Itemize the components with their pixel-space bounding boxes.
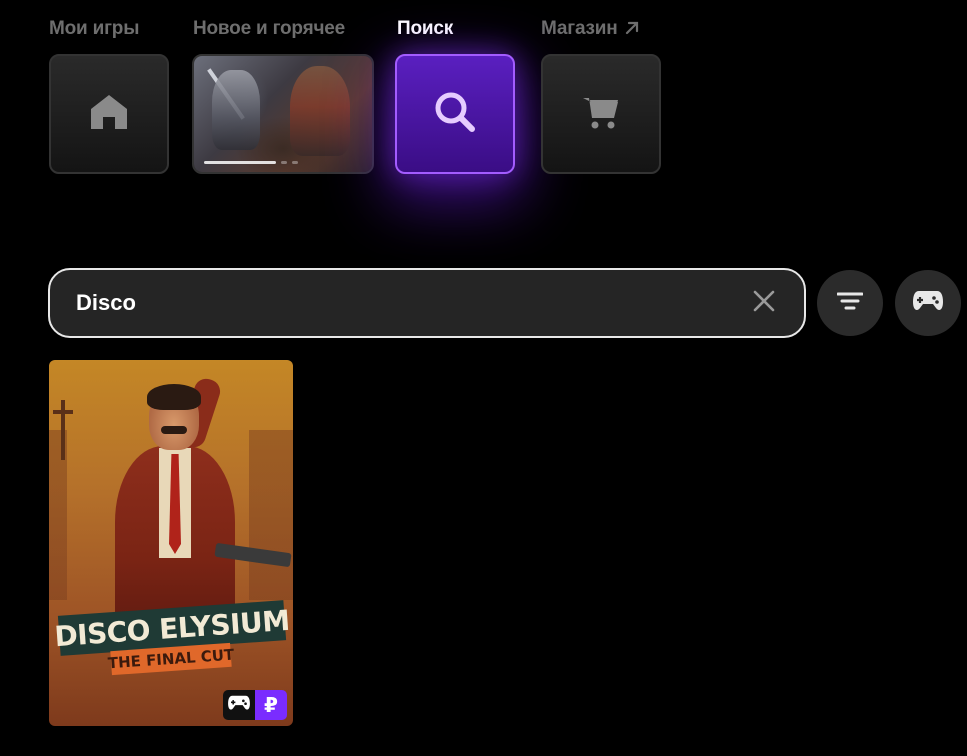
search-box — [48, 268, 806, 338]
carousel-progress — [204, 161, 298, 164]
search-input[interactable] — [76, 290, 748, 316]
clear-search-button[interactable] — [748, 287, 780, 319]
gamepad-icon — [227, 695, 251, 716]
price-badge: ₽ — [255, 690, 287, 720]
featured-game-art — [194, 56, 372, 172]
search-icon — [433, 90, 477, 139]
nav-tile-search[interactable] — [395, 54, 515, 174]
nav-label-store[interactable]: Магазин — [541, 18, 640, 42]
filter-icon — [836, 291, 864, 316]
game-badges: ₽ — [223, 690, 287, 720]
gamepad-icon — [912, 290, 944, 317]
page: Мои игры Новое и горячее Поиск Магазин D… — [0, 0, 967, 756]
gamepad-filter-button[interactable] — [895, 270, 961, 336]
nav-tile-my-games[interactable] — [49, 54, 169, 174]
controller-support-badge — [223, 690, 255, 720]
nav-label-my-games[interactable]: Мои игры — [49, 18, 139, 40]
game-card[interactable]: DISCO ELYSIUM THE FINAL CUT ₽ — [49, 360, 293, 726]
nav-tile-store[interactable] — [541, 54, 661, 174]
nav-tile-new-hot[interactable] — [192, 54, 374, 174]
nav-label-new-hot[interactable]: Новое и горячее — [193, 18, 345, 40]
cart-icon — [581, 92, 621, 137]
filter-button[interactable] — [817, 270, 883, 336]
nav-label-store-text: Магазин — [541, 18, 618, 39]
arrow-up-right-icon — [624, 20, 640, 42]
close-icon — [753, 290, 775, 317]
cover-art-character — [115, 375, 292, 636]
nav-label-search[interactable]: Поиск — [397, 18, 453, 40]
home-icon — [90, 94, 128, 135]
